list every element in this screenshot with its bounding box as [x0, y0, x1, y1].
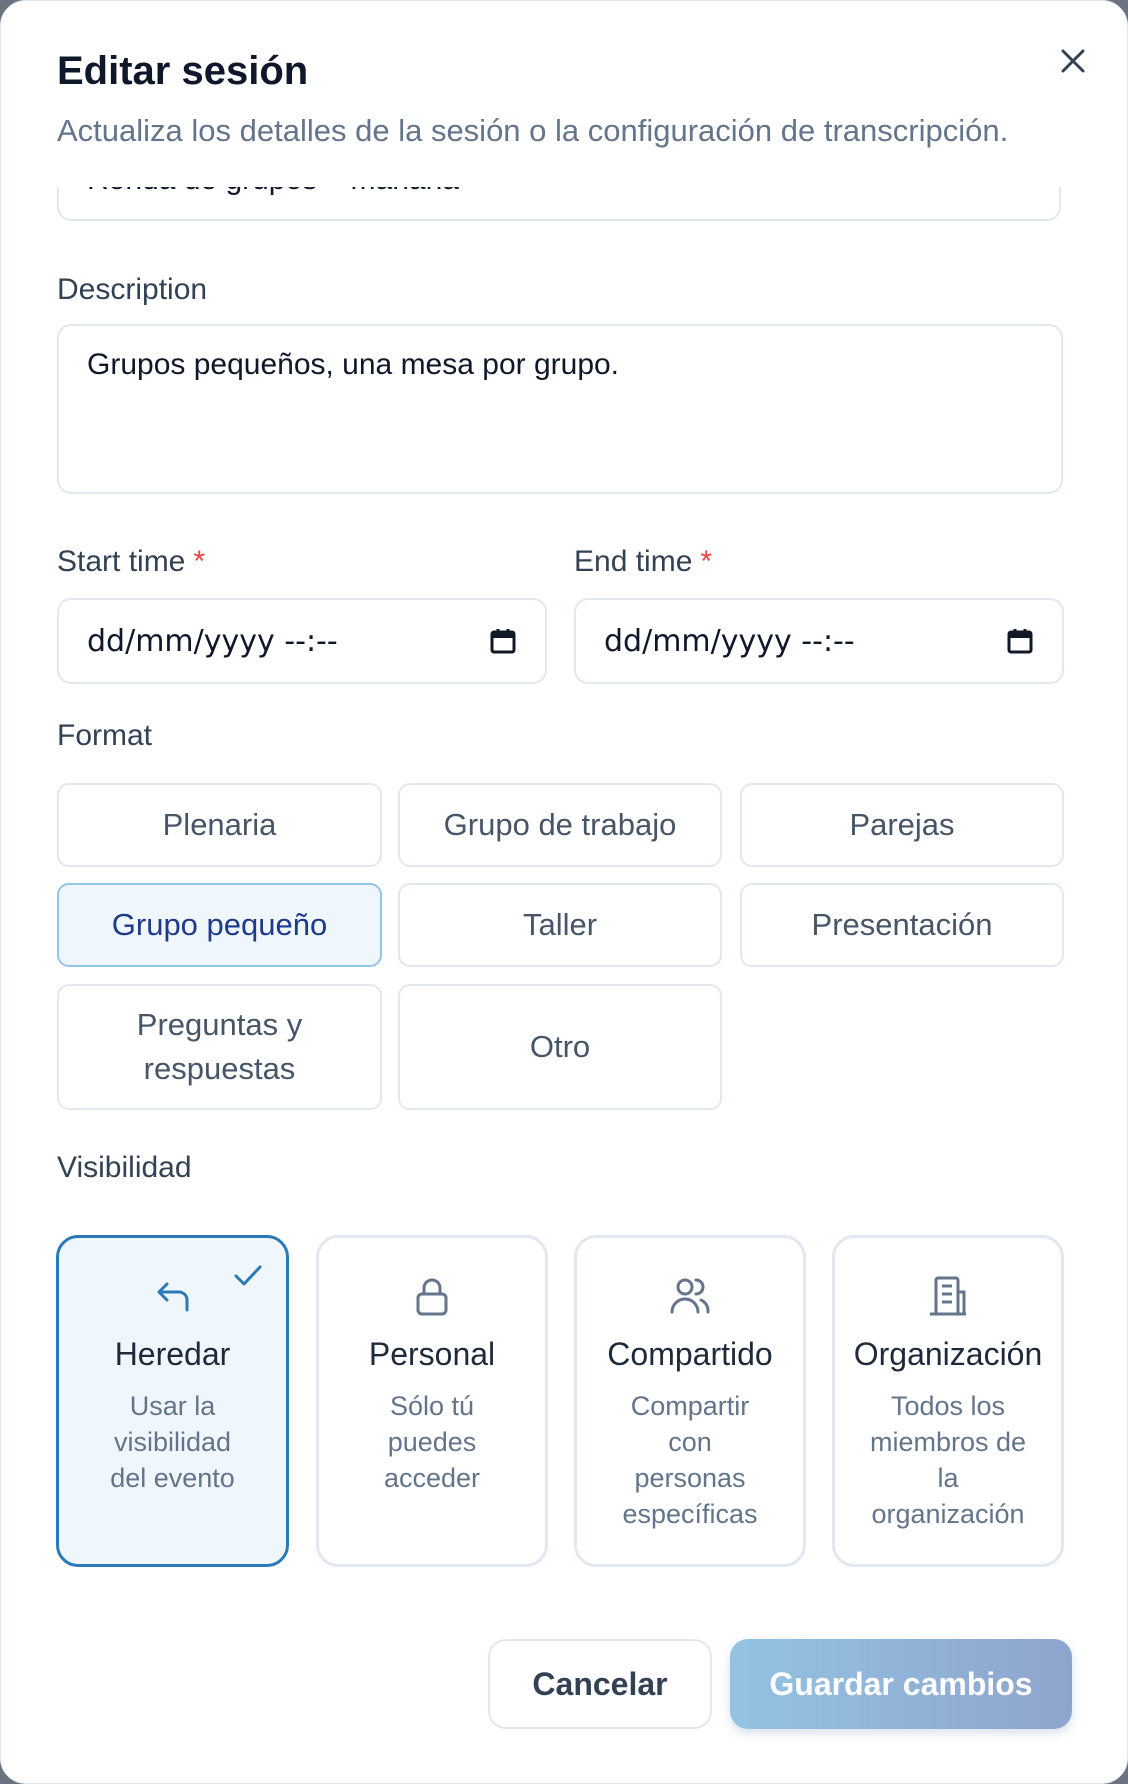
format-option-otro[interactable]: Otro: [398, 984, 722, 1110]
cancel-button[interactable]: Cancelar: [488, 1639, 712, 1729]
visibility-title: Organización: [853, 1336, 1043, 1372]
edit-session-dialog: Editar sesión Actualiza los detalles de …: [0, 0, 1128, 1784]
lock-icon: [416, 1278, 448, 1316]
format-option-presentacion[interactable]: Presentación: [740, 883, 1064, 967]
save-changes-button[interactable]: Guardar cambios: [730, 1639, 1072, 1729]
end-time-value: dd/mm/yyyy --:--: [604, 623, 855, 659]
start-time-label: Start time *: [57, 545, 205, 579]
visibility-option-compartido[interactable]: Compartido Compartir con personas especí…: [574, 1235, 806, 1567]
start-time-input[interactable]: dd/mm/yyyy --:--: [57, 598, 547, 684]
description-label: Description: [57, 273, 208, 306]
description-value: Grupos pequeños, una mesa por grupo.: [87, 348, 620, 381]
calendar-icon[interactable]: [1006, 627, 1034, 655]
visibility-label: Visibilidad: [57, 1151, 192, 1184]
close-button[interactable]: [1051, 39, 1095, 83]
session-name-value: Ronda de grupos – mañana: [87, 187, 459, 197]
format-option-taller[interactable]: Taller: [398, 883, 722, 967]
format-option-grupo-de-trabajo[interactable]: Grupo de trabajo: [398, 783, 722, 867]
reply-arrow-icon: [157, 1282, 188, 1312]
check-icon: [234, 1265, 262, 1286]
format-option-parejas[interactable]: Parejas: [740, 783, 1064, 867]
session-name-input[interactable]: Ronda de grupos – mañana: [57, 187, 1061, 221]
end-time-input[interactable]: dd/mm/yyyy --:--: [574, 598, 1064, 684]
dialog-title: Editar sesión: [57, 49, 309, 93]
visibility-title: Heredar: [114, 1336, 231, 1372]
visibility-title: Compartido: [607, 1336, 773, 1372]
visibility-title: Personal: [368, 1336, 496, 1372]
visibility-desc: Todos los miembros de la organización: [869, 1391, 1027, 1529]
start-time-value: dd/mm/yyyy --:--: [87, 623, 338, 659]
required-mark: *: [700, 545, 713, 578]
visibility-desc: Usar la visibilidad del evento: [110, 1391, 235, 1493]
end-time-label-text: End time: [574, 545, 693, 578]
required-mark: *: [193, 545, 206, 578]
visibility-option-organizacion[interactable]: Organización Todos los miembros de la or…: [832, 1235, 1064, 1567]
building-icon: [930, 1276, 966, 1316]
visibility-desc: Compartir con personas específicas: [622, 1391, 758, 1529]
end-time-label: End time *: [574, 545, 712, 579]
dialog-subtitle: Actualiza los detalles de la sesión o la…: [57, 113, 1009, 148]
users-icon: [670, 1278, 710, 1314]
format-option-preguntas[interactable]: Preguntas y respuestas: [57, 984, 382, 1110]
description-textarea[interactable]: Grupos pequeños, una mesa por grupo.: [57, 324, 1063, 494]
format-option-plenaria[interactable]: Plenaria: [57, 783, 382, 867]
format-label: Format: [57, 719, 153, 752]
close-icon: [1061, 49, 1085, 73]
visibility-desc: Sólo tú puedes acceder: [383, 1391, 481, 1493]
calendar-icon[interactable]: [489, 627, 517, 655]
format-option-grupo-pequeno[interactable]: Grupo pequeño: [57, 883, 382, 967]
visibility-option-heredar[interactable]: Heredar Usar la visibilidad del evento: [56, 1235, 289, 1567]
visibility-option-personal[interactable]: Personal Sólo tú puedes acceder: [316, 1235, 548, 1567]
start-time-label-text: Start time: [57, 545, 186, 578]
